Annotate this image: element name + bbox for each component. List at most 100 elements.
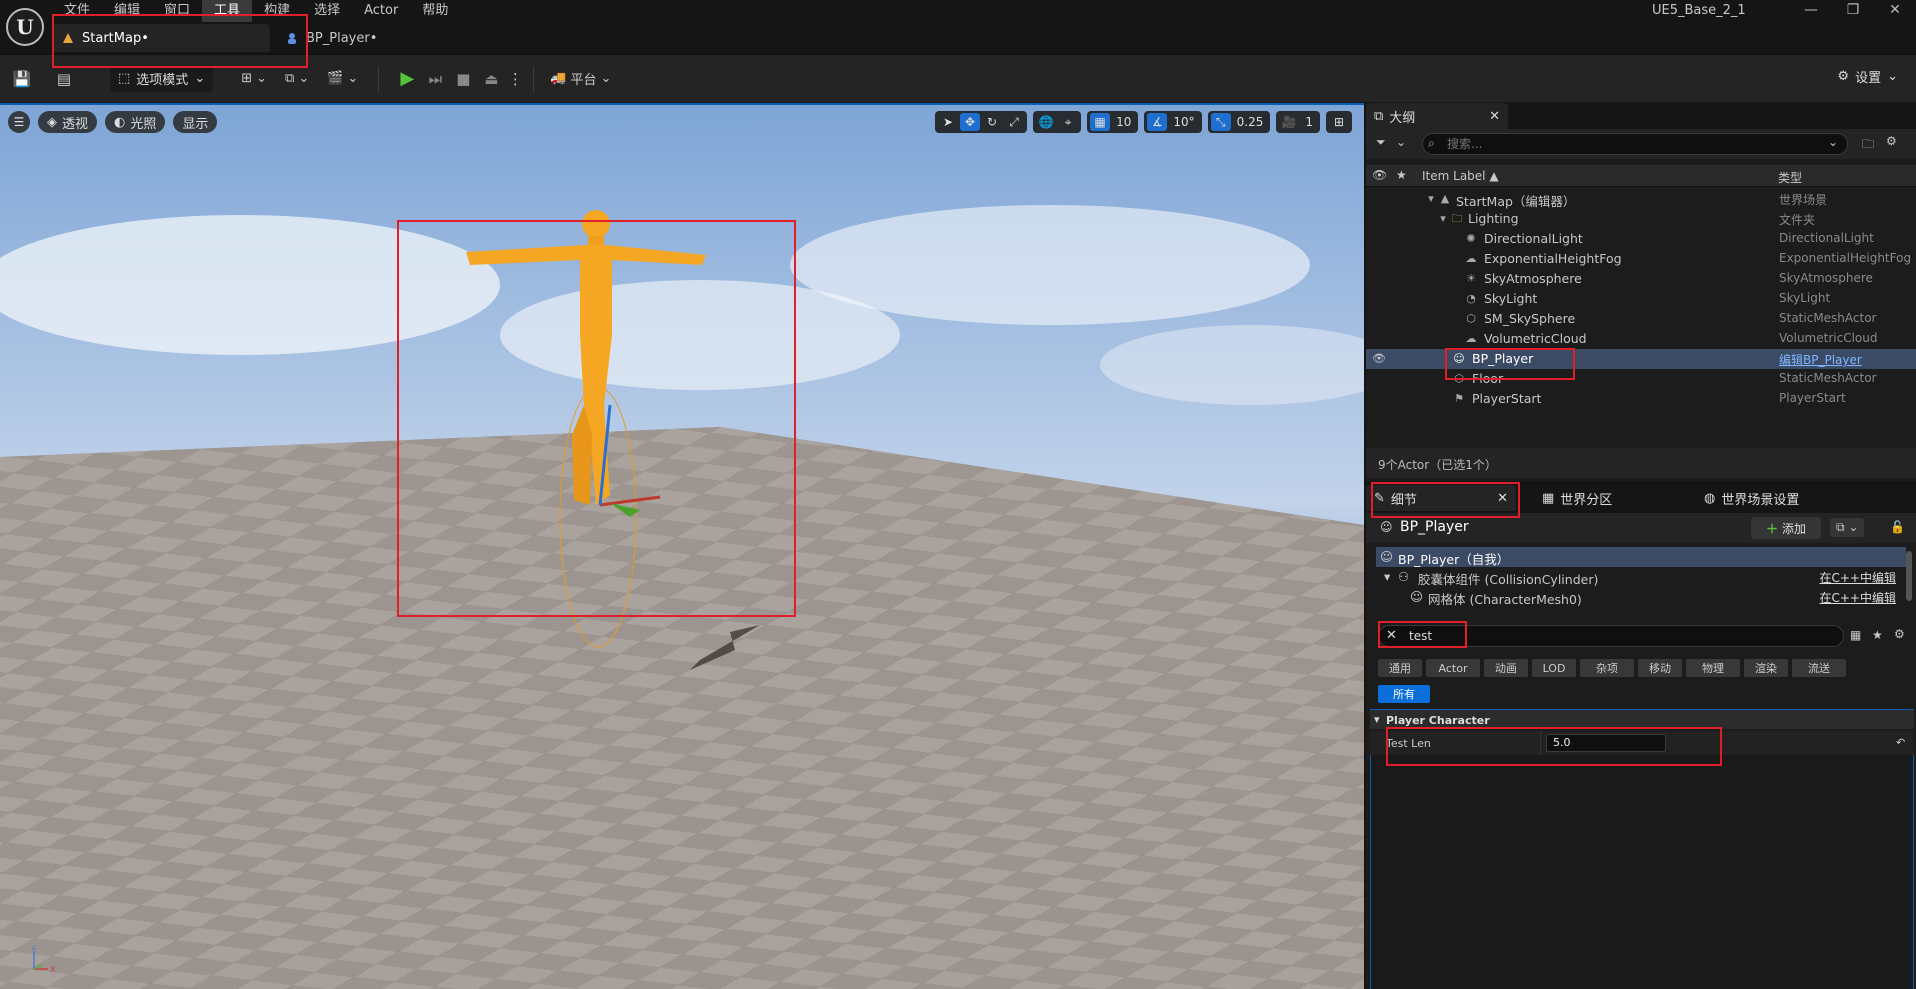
property-value-input[interactable]: 5.0 [1546,734,1666,752]
close-icon[interactable]: ✕ [1880,2,1910,18]
details-search-input[interactable]: test [1378,625,1844,647]
filter-streaming[interactable]: 流送 [1792,659,1846,677]
scale-snap-group[interactable]: ⤡ 0.25 [1207,111,1271,133]
lock-icon[interactable]: 🔓 [1890,520,1905,534]
menu-edit[interactable]: 编辑 [102,0,152,22]
scrollbar[interactable] [1906,551,1912,601]
filter-rendering[interactable]: 渲染 [1744,659,1788,677]
surface-snap-icon[interactable]: ⌖ [1058,113,1078,131]
content-browser-icon[interactable]: ▤ [52,67,76,91]
add-folder-icon[interactable]: 🗀 [1862,135,1874,156]
star-icon[interactable]: ★ [1872,628,1883,642]
chevron-down-icon[interactable]: ▾ [1436,212,1450,226]
outliner-row[interactable]: ▾ 🗀 Lighting 文件夹 [1366,209,1916,229]
menu-file[interactable]: 文件 [52,0,102,22]
outliner-search-input[interactable]: 搜索... [1422,133,1848,155]
clear-search-icon[interactable]: ✕ [1386,628,1397,643]
select-tool-icon[interactable]: ➤ [938,113,958,131]
add-actor-dropdown[interactable]: ⊞ ⌄ [241,71,267,86]
chevron-down-icon[interactable]: ▾ [1424,192,1438,206]
menu-help[interactable]: 帮助 [410,0,460,22]
play-options-icon[interactable]: ⋮ [503,67,527,91]
rotation-snap-value[interactable]: 10° [1169,115,1198,129]
chevron-down-icon[interactable]: ⌄ [1828,135,1838,149]
show-button[interactable]: 显示 [173,111,218,133]
play-button[interactable]: ▶ [395,67,419,91]
step-button[interactable]: ⏭ [423,67,447,91]
scale-snap-icon[interactable]: ⤡ [1210,113,1231,131]
menu-build[interactable]: 构建 [252,0,302,22]
filter-icon[interactable]: ⏷ [1376,135,1386,150]
gear-icon[interactable]: ⚙ [1894,627,1905,641]
outliner-row[interactable]: ✺ DirectionalLight DirectionalLight [1366,229,1916,249]
camera-speed-group[interactable]: 🎥 1 [1276,111,1320,133]
tab-startmap[interactable]: StartMap• [52,24,270,52]
close-icon[interactable]: ✕ [1497,491,1508,506]
filter-general[interactable]: 通用 [1378,659,1422,677]
eye-icon[interactable]: 👁 [1372,352,1386,365]
filter-all[interactable]: 所有 [1378,685,1430,703]
world-space-icon[interactable]: 🌐 [1036,113,1056,131]
unreal-logo-icon[interactable]: U [6,8,44,46]
outliner-row[interactable]: ⚑ PlayerStart PlayerStart [1366,389,1916,409]
blueprint-options-icon[interactable]: ⧉ ⌄ [1830,518,1865,537]
layout-group[interactable]: ⊞ [1326,111,1352,133]
component-row[interactable]: ▾ ⚇ 胶囊体组件 (CollisionCylinder) 在C++中编辑 [1376,567,1906,587]
edit-in-cpp-link[interactable]: 在C++中编辑 [1820,589,1897,606]
viewport-layout-icon[interactable]: ⊞ [1329,113,1349,131]
column-type[interactable]: 类型 [1778,169,1802,186]
outliner-row[interactable]: ☀ SkyAtmosphere SkyAtmosphere [1366,269,1916,289]
tab-world-partition[interactable]: ▦ 世界分区 [1534,485,1620,511]
stop-button[interactable]: ■ [451,67,475,91]
settings-button[interactable]: ⚙ 设置 ⌄ [1837,67,1898,86]
add-component-button[interactable]: ＋ 添加 [1751,517,1821,539]
chevron-down-icon[interactable]: ⌄ [1396,135,1406,149]
menu-actor[interactable]: Actor [352,0,410,22]
menu-select[interactable]: 选择 [302,0,352,22]
outliner-row[interactable]: ◔ SkyLight SkyLight [1366,289,1916,309]
filter-movement[interactable]: 移动 [1638,659,1682,677]
reset-icon[interactable]: ↶ [1896,736,1905,749]
tab-world-settings[interactable]: ◍ 世界场景设置 [1696,485,1807,511]
grid-snap-group[interactable]: ▦ 10 [1087,111,1139,133]
save-icon[interactable]: 💾 [10,67,34,91]
scale-snap-value[interactable]: 0.25 [1233,115,1268,129]
table-view-icon[interactable]: ▦ [1850,628,1861,642]
rotation-snap-icon[interactable]: ∡ [1147,113,1168,131]
close-icon[interactable]: ✕ [1489,109,1500,124]
eject-button[interactable]: ⏏ [479,67,503,91]
grid-snap-icon[interactable]: ▦ [1090,113,1111,131]
edit-blueprint-link[interactable]: 编辑BP_Player [1779,351,1862,368]
camera-speed-value[interactable]: 1 [1301,115,1317,129]
outliner-row[interactable]: ⬡ Floor StaticMeshActor [1366,369,1916,389]
hamburger-menu-icon[interactable]: ☰ [8,111,30,133]
filter-misc[interactable]: 杂项 [1580,659,1634,677]
camera-icon[interactable]: 🎥 [1279,113,1299,131]
mode-dropdown[interactable]: ⬚ 选项模式 ⌄ [110,65,214,92]
edit-in-cpp-link[interactable]: 在C++中编辑 [1820,569,1897,586]
grid-snap-value[interactable]: 10 [1112,115,1135,129]
platform-dropdown[interactable]: 🚚 平台 ⌄ [550,69,611,88]
tab-details[interactable]: ✎ 细节 ✕ [1366,485,1516,511]
cinematics-dropdown[interactable]: 🎬 ⌄ [327,71,358,86]
outliner-row[interactable]: ☁ ExponentialHeightFog ExponentialHeight… [1366,249,1916,269]
tab-outliner[interactable]: ⧉ 大纲 ✕ [1366,103,1508,129]
menu-tools[interactable]: 工具 [202,0,253,22]
filter-lod[interactable]: LOD [1532,659,1576,677]
menu-window[interactable]: 窗口 [152,0,202,22]
outliner-row[interactable]: ⬡ SM_SkySphere StaticMeshActor [1366,309,1916,329]
scale-tool-icon[interactable]: ⤢ [1004,113,1024,131]
blueprint-dropdown[interactable]: ⧉ ⌄ [285,71,309,86]
category-header[interactable]: ▾ Player Character [1370,709,1914,729]
component-row-self[interactable]: ☺ BP_Player（自我） [1376,547,1906,567]
chevron-down-icon[interactable]: ▾ [1384,569,1390,584]
level-viewport[interactable]: ☰ ◈ 透视 ◐ 光照 显示 ➤ ✥ ↻ ⤢ 🌐 ⌖ ▦ 10 ∡ 10° ⤡ … [0,103,1364,989]
chevron-down-icon[interactable]: ▾ [1374,713,1380,726]
gear-icon[interactable]: ⚙ [1886,134,1897,148]
restore-icon[interactable]: ❐ [1838,2,1868,18]
outliner-row[interactable]: ▾ ▲ StartMap（编辑器） 世界场景 [1366,189,1916,209]
filter-physics[interactable]: 物理 [1686,659,1740,677]
outliner-row[interactable]: ☁ VolumetricCloud VolumetricCloud [1366,329,1916,349]
filter-actor[interactable]: Actor [1426,659,1480,677]
component-row[interactable]: ☺ 网格体 (CharacterMesh0) 在C++中编辑 [1376,587,1906,607]
